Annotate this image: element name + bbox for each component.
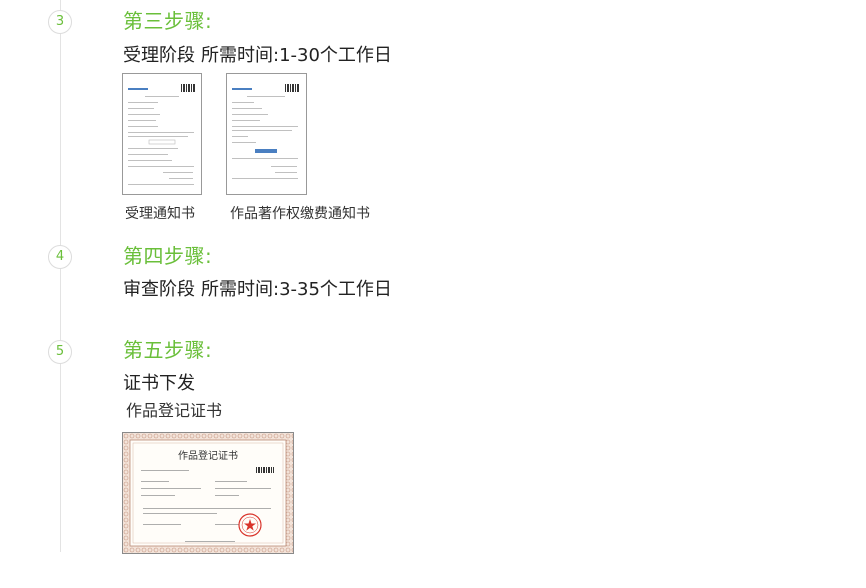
step-desc-5: 证书下发 xyxy=(123,373,195,394)
step-title-5: 第五步骤: xyxy=(123,338,213,362)
time-label: 所需时间:1-30个工作日 xyxy=(201,45,392,66)
step-desc-4: 审查阶段 所需时间:3-35个工作日 xyxy=(123,278,392,302)
document-thumbnail-icon xyxy=(123,74,201,194)
work-registration-certificate-thumbnail[interactable]: 作品登记证书 xyxy=(122,432,294,554)
step-number-3: 3 xyxy=(48,10,72,34)
step-number-4: 4 xyxy=(48,245,72,269)
certificate-subtitle: 作品登记证书 xyxy=(126,401,223,420)
step-number-5: 5 xyxy=(48,340,72,364)
step-title-3: 第三步骤: xyxy=(123,9,213,33)
document-thumbnail-icon xyxy=(227,74,306,194)
certificate-image-icon: 作品登记证书 xyxy=(123,433,293,553)
time-label: 所需时间:3-35个工作日 xyxy=(201,279,392,300)
step-desc-3: 受理阶段 所需时间:1-30个工作日 xyxy=(123,44,392,68)
acceptance-notice-caption: 受理通知书 xyxy=(125,206,195,222)
acceptance-notice-thumbnail[interactable] xyxy=(122,73,202,195)
stage-label: 审查阶段 xyxy=(123,279,195,300)
stage-label: 受理阶段 xyxy=(123,45,195,66)
certificate-heading: 作品登记证书 xyxy=(178,449,238,462)
step-title-4: 第四步骤: xyxy=(123,244,213,268)
fee-notice-thumbnail[interactable] xyxy=(226,73,307,195)
fee-notice-caption: 作品著作权缴费通知书 xyxy=(230,206,370,222)
timeline-line xyxy=(60,0,61,552)
